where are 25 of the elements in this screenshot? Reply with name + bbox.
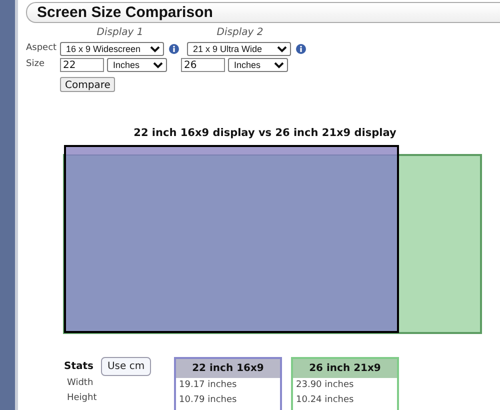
table-cell-text: 10.79 inches (178, 394, 238, 407)
aspect-select[interactable]: 21 x 9 Ultra Wide (187, 42, 291, 56)
unit-select[interactable]: Inches (107, 58, 167, 72)
aspect-select[interactable]: 16 x 9 Widescreen (60, 42, 164, 56)
row-label: Width (66, 377, 94, 390)
column-header: 26 inch 21x9 (293, 359, 397, 378)
field-label: Size (26, 58, 46, 72)
column-header: Display 2 (216, 26, 264, 40)
stats-label: Stats (64, 360, 94, 374)
chart-title: 22 inch 16x9 display vs 26 inch 21x9 display (132, 127, 398, 139)
size-input[interactable]: 22 (60, 58, 104, 72)
row-label: Height (66, 392, 98, 405)
page-title: Screen Size Comparison (26, 2, 500, 23)
size-input[interactable]: 26 (181, 58, 225, 72)
column-header: 22 inch 16x9 (176, 359, 280, 378)
column-header: Display 1 (96, 26, 144, 40)
table-cell-text: 23.90 inches (295, 379, 355, 392)
info-icon[interactable] (296, 44, 306, 54)
unit-select[interactable]: Inches (228, 58, 288, 72)
use-cm-button[interactable]: Use cm (101, 357, 151, 376)
field-label: Aspect (26, 42, 58, 56)
compare-button[interactable]: Compare (60, 77, 116, 92)
info-icon[interactable] (169, 44, 179, 54)
table-cell-text: 10.24 inches (295, 394, 355, 407)
table-cell-text: 19.17 inches (178, 379, 238, 392)
